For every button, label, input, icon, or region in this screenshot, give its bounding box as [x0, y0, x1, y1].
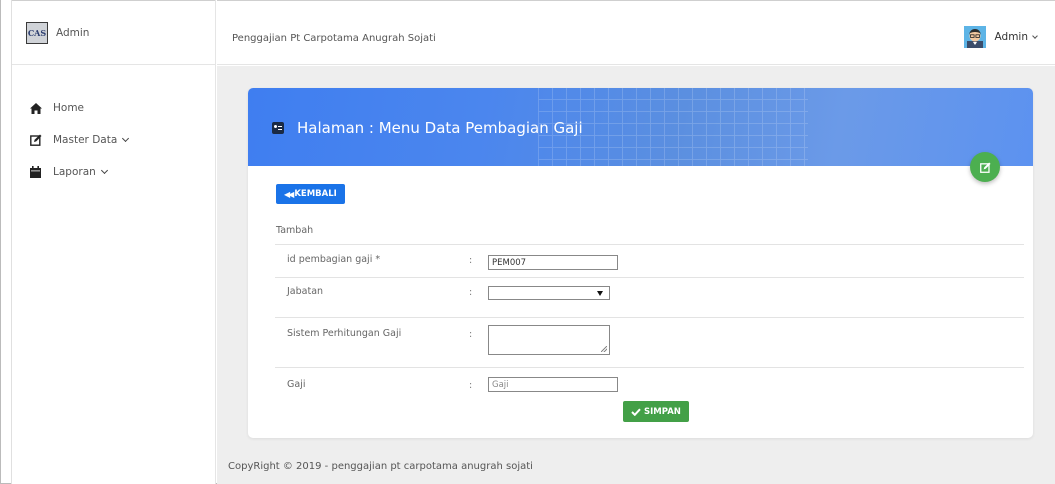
page-title: Halaman : Menu Data Pembagian Gaji	[272, 119, 583, 137]
dropdown-arrow-icon	[597, 291, 603, 296]
gaji-placeholder: Gaji	[492, 379, 509, 390]
field-label: Gaji	[287, 379, 306, 390]
card-header: Halaman : Menu Data Pembagian Gaji	[248, 88, 1033, 166]
back-button[interactable]: ◀◀ KEMBALI	[276, 184, 345, 204]
sistem-perhitungan-textarea[interactable]	[488, 325, 610, 355]
main-content: Halaman : Menu Data Pembagian Gaji ◀◀ KE…	[217, 66, 1055, 484]
brand-name: Admin	[56, 26, 90, 39]
field-label: Sistem Perhitungan Gaji	[287, 328, 402, 339]
check-icon	[631, 408, 641, 416]
user-menu[interactable]: Admin	[963, 26, 1038, 48]
field-label: Jabatan	[287, 286, 324, 297]
sidebar-item-master-data[interactable]: Master Data	[12, 124, 215, 156]
footer-copyright: CopyRight © 2019 - penggajian pt carpota…	[228, 461, 533, 472]
sidebar-item-label: Laporan	[53, 166, 96, 178]
form-card: Halaman : Menu Data Pembagian Gaji ◀◀ KE…	[248, 88, 1033, 438]
field-colon: :	[469, 380, 473, 391]
jabatan-select[interactable]	[488, 286, 610, 300]
resize-handle-icon[interactable]	[601, 346, 607, 352]
sidebar-item-label: Master Data	[53, 134, 118, 146]
save-button-label: SIMPAN	[644, 406, 681, 417]
field-colon: :	[469, 329, 473, 340]
user-name: Admin	[994, 31, 1028, 43]
app-title: Penggajian Pt Carpotama Anugrah Sojati	[232, 33, 436, 44]
calendar-icon	[29, 166, 42, 179]
chevron-down-icon	[122, 134, 130, 143]
chevron-down-icon	[100, 166, 108, 175]
home-icon	[29, 102, 42, 115]
section-label: Tambah	[276, 225, 314, 236]
save-button[interactable]: SIMPAN	[623, 401, 689, 422]
form-row-id: id pembagian gaji * : PEM007	[275, 244, 1024, 276]
id-pembagian-input[interactable]: PEM007	[488, 255, 618, 270]
field-label: id pembagian gaji *	[287, 254, 381, 265]
brand[interactable]: CAS Admin	[12, 0, 215, 65]
form-row-gaji: Gaji : Gaji	[275, 367, 1024, 397]
backward-icon: ◀◀	[284, 189, 294, 199]
topbar: Penggajian Pt Carpotama Anugrah Sojati A…	[217, 0, 1055, 65]
page-title-text: Halaman : Menu Data Pembagian Gaji	[297, 119, 583, 137]
form-row-sistem: Sistem Perhitungan Gaji :	[275, 317, 1024, 367]
field-colon: :	[469, 287, 473, 298]
sidebar-item-label: Home	[53, 102, 85, 114]
sidebar-nav: Home Master Data Laporan	[12, 65, 215, 188]
edit-icon	[979, 161, 991, 173]
avatar	[963, 26, 986, 48]
back-button-label: KEMBALI	[294, 189, 337, 199]
edit-fab-button[interactable]	[970, 152, 1000, 182]
gaji-input[interactable]: Gaji	[488, 377, 618, 392]
field-colon: :	[469, 255, 473, 266]
sidebar-item-laporan[interactable]: Laporan	[12, 156, 215, 188]
sidebar-item-home[interactable]: Home	[12, 92, 215, 124]
sidebar: CAS Admin Home Master Data Laporan	[11, 0, 216, 484]
form-row-jabatan: Jabatan :	[275, 277, 1024, 317]
chevron-down-icon	[1032, 32, 1038, 39]
edit-icon	[29, 134, 42, 147]
brand-logo: CAS	[26, 21, 48, 44]
address-card-icon	[272, 122, 284, 134]
